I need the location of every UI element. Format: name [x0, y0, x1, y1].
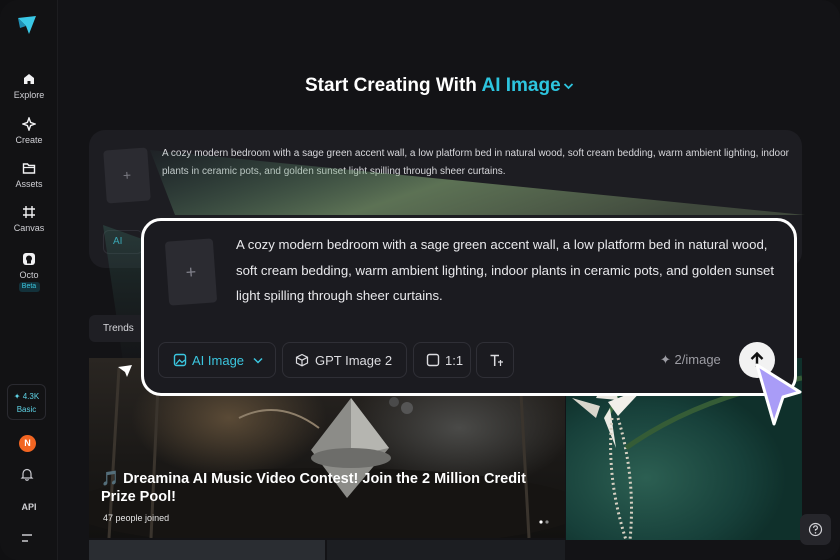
mode-chip-label: AI — [113, 236, 123, 247]
participants-count: 47 — [103, 513, 114, 523]
aspect-ratio-selector[interactable]: 1:1 — [413, 342, 471, 378]
prompt-text-background[interactable]: A cozy modern bedroom with a sage green … — [162, 145, 790, 181]
octo-icon — [23, 253, 35, 265]
chevron-down-icon — [563, 83, 573, 90]
help-button[interactable] — [800, 514, 831, 545]
app-window: Explore Create Assets Canvas Octo Beta ✦… — [0, 0, 840, 560]
sidebar-item-label: Create — [15, 135, 43, 145]
avatar[interactable]: N — [19, 435, 36, 452]
plan-label: Basic — [16, 405, 37, 414]
sidebar-item-label: Explore — [13, 90, 45, 100]
folder-icon — [22, 163, 36, 174]
model-selector[interactable]: GPT Image 2 — [282, 342, 407, 378]
cost-indicator: ✦ 2/image — [660, 352, 721, 368]
api-link[interactable]: API — [0, 502, 58, 512]
sidebar-item-explore[interactable]: Explore — [0, 72, 58, 100]
mode-chip-background[interactable]: AI — [103, 230, 143, 254]
gallery-image-bottom-2[interactable] — [327, 540, 565, 560]
text-style-button[interactable] — [476, 342, 514, 378]
mode-selector-label: AI Image — [481, 75, 561, 96]
sidebar-item-canvas[interactable]: Canvas — [0, 205, 58, 233]
sidebar-item-assets[interactable]: Assets — [0, 161, 58, 189]
credits-amount: 4.3K — [22, 392, 40, 401]
gallery-image-bottom-1[interactable] — [89, 540, 325, 560]
participants-label: people joined — [115, 513, 170, 523]
canvas-icon — [23, 206, 35, 218]
sidebar-item-label: Octo — [19, 270, 39, 280]
page-title: Start Creating With AI Image — [305, 75, 574, 97]
prompt-input[interactable]: A cozy modern bedroom with a sage green … — [236, 232, 776, 309]
cost-label: 2/image — [674, 352, 721, 367]
square-ratio-icon — [426, 353, 440, 367]
sidebar: Explore Create Assets Canvas Octo Beta ✦… — [0, 0, 58, 560]
cube-icon — [295, 353, 309, 367]
tab-trends[interactable]: Trends — [89, 315, 149, 342]
chevron-down-icon — [253, 357, 263, 364]
menu-icon[interactable] — [20, 532, 34, 544]
text-format-icon — [490, 354, 503, 366]
credits-badge[interactable]: ✦ 4.3K Basic — [7, 384, 46, 420]
home-icon — [24, 74, 34, 84]
sparkle-icon: ✦ — [660, 352, 671, 367]
reference-upload-thumb[interactable]: + — [103, 147, 151, 204]
help-icon — [808, 522, 823, 537]
sidebar-item-octo[interactable]: Octo Beta — [0, 252, 58, 292]
sidebar-item-label: Canvas — [13, 223, 45, 233]
sidebar-item-create[interactable]: Create — [0, 117, 58, 145]
mode-dropdown-label: AI Image — [192, 353, 245, 368]
dreamina-logo-small — [118, 365, 132, 377]
sparkle-icon — [22, 117, 36, 131]
page-title-text: Start Creating With — [305, 75, 477, 96]
diamond-icon: ✦ — [13, 392, 21, 401]
model-selector-label: GPT Image 2 — [315, 353, 393, 368]
mode-selector[interactable]: AI Image — [481, 75, 573, 96]
mode-dropdown[interactable]: AI Image — [158, 342, 276, 378]
dreamina-logo[interactable] — [16, 14, 38, 36]
reference-upload-button[interactable]: + — [164, 238, 218, 306]
banner-title[interactable]: 🎵 Dreamina AI Music Video Contest! Join … — [101, 470, 541, 506]
banner-participants: 47 people joined — [103, 513, 169, 523]
beta-badge: Beta — [18, 282, 40, 292]
aspect-ratio-label: 1:1 — [445, 353, 464, 368]
mouse-cursor-icon — [755, 363, 802, 426]
carousel-dots[interactable] — [539, 520, 551, 524]
bell-icon[interactable] — [20, 467, 34, 481]
sidebar-item-label: Assets — [15, 179, 43, 189]
image-icon — [173, 353, 187, 367]
